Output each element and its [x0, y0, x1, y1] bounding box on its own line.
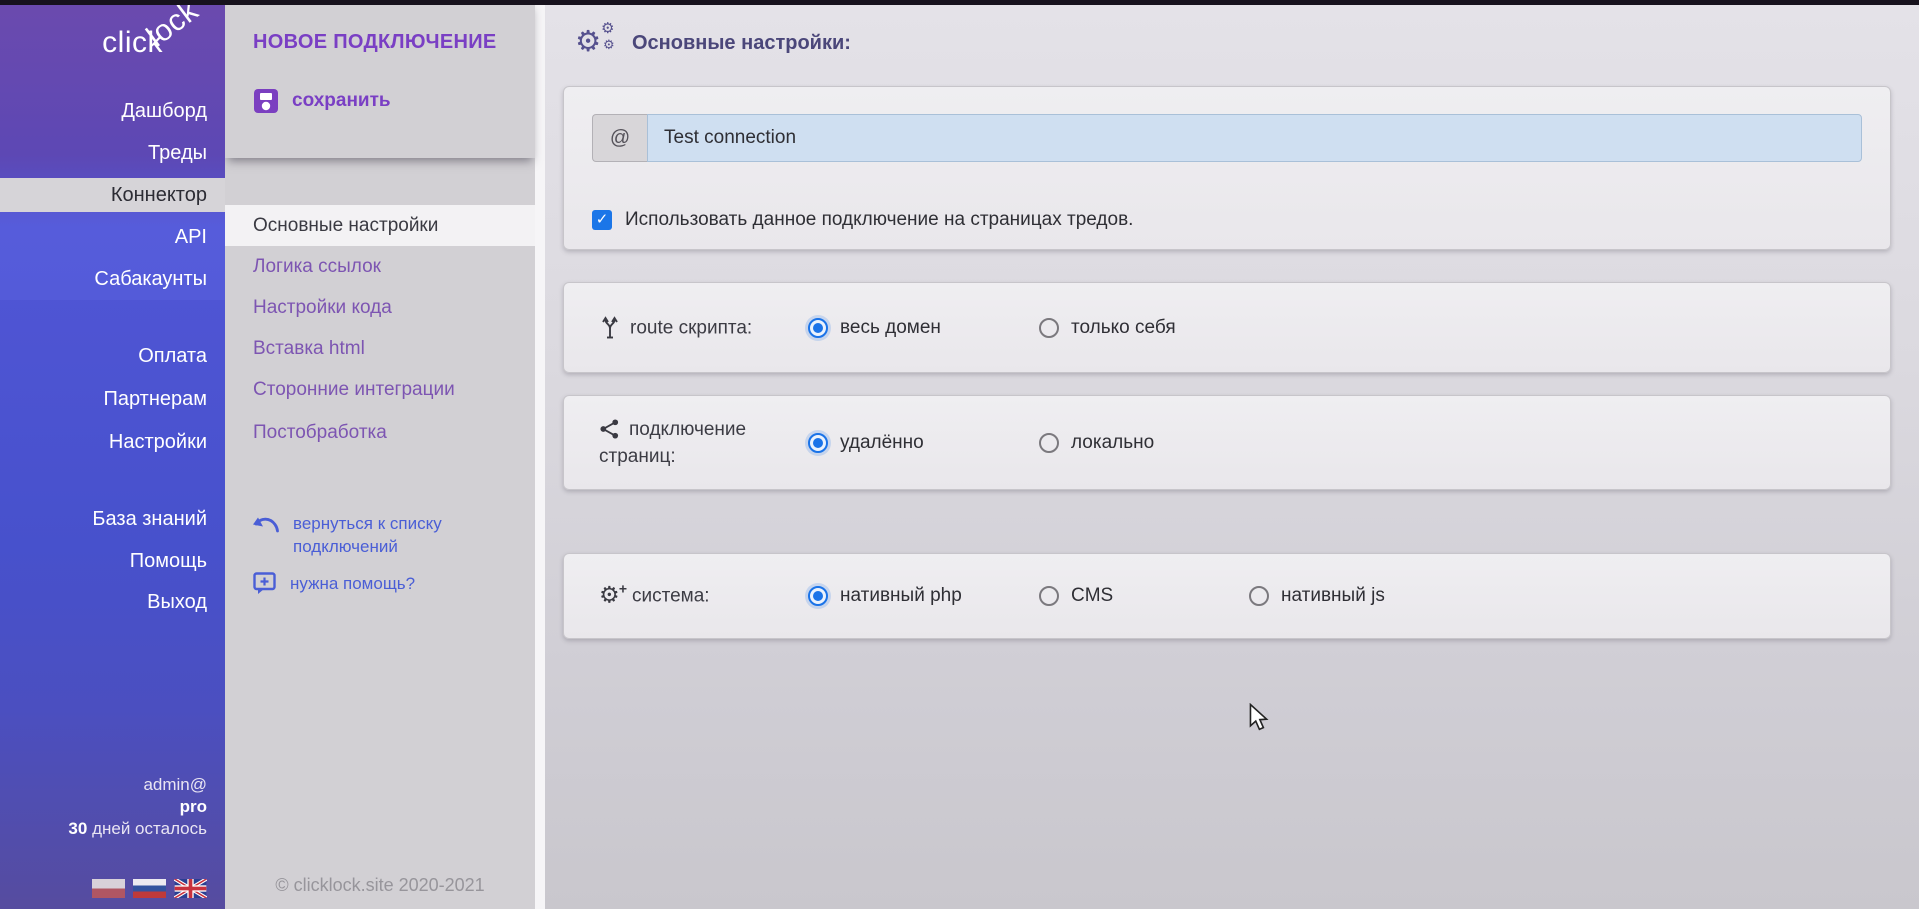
- sidebar-item-help[interactable]: Помощь: [0, 544, 225, 578]
- sidebar-item-subaccounts[interactable]: Сабакаунты: [0, 262, 225, 296]
- at-prefix-icon: @: [592, 114, 647, 162]
- only-self-label: только себя: [1071, 317, 1176, 339]
- sidebar-item-knowledge-base[interactable]: База знаний: [0, 502, 225, 536]
- route-script-label: route скрипта:: [599, 314, 774, 341]
- copyright-text: © clicklock.site 2020-2021: [225, 875, 535, 896]
- tab-third-party-integrations[interactable]: Сторонние интеграции: [225, 369, 535, 410]
- gear-plus-icon: [599, 584, 623, 608]
- russia-flag-icon[interactable]: [133, 879, 166, 898]
- use-on-threads-checkbox[interactable]: [592, 210, 612, 230]
- tab-link-logic[interactable]: Логика ссылок: [225, 246, 535, 287]
- native-js-radio[interactable]: [1249, 586, 1269, 606]
- page-connection-card: подключение страниц: удалённо локально: [563, 395, 1891, 490]
- connection-name-group: @: [592, 114, 1862, 162]
- sidebar-item-threads[interactable]: Треды: [0, 136, 225, 170]
- poland-flag-icon[interactable]: [92, 879, 125, 898]
- account-days-left: 30 дней осталось: [68, 818, 207, 840]
- native-js-label: нативный js: [1281, 585, 1385, 607]
- connection-name-input[interactable]: [647, 114, 1862, 162]
- section-title: Основные настройки:: [632, 32, 851, 55]
- page-connection-label: подключение страниц:: [599, 416, 774, 470]
- section-header: Основные настройки:: [575, 26, 851, 60]
- route-script-card: route скрипта: весь домен только себя: [563, 282, 1891, 373]
- sidebar-item-dashboard[interactable]: Дашборд: [0, 94, 225, 128]
- system-label-text: система:: [632, 586, 710, 607]
- sidebar: click lock Дашборд Треды Коннектор API С…: [0, 0, 225, 909]
- message-plus-icon: [253, 572, 277, 595]
- sidebar-item-connector[interactable]: Коннектор: [0, 178, 225, 212]
- local-radio[interactable]: [1039, 433, 1059, 453]
- tab-main-settings[interactable]: Основные настройки: [225, 205, 535, 246]
- uk-flag-icon[interactable]: [174, 879, 207, 898]
- remote-label: удалённо: [840, 432, 924, 454]
- option-remote: удалённо: [808, 432, 924, 454]
- panel-title: НОВОЕ ПОДКЛЮЧЕНИЕ: [253, 31, 497, 54]
- connection-panel-header: НОВОЕ ПОДКЛЮЧЕНИЕ сохранить: [225, 0, 535, 158]
- need-help-label: нужна помощь?: [290, 574, 415, 594]
- sidebar-item-api[interactable]: API: [0, 220, 225, 254]
- page-connection-label-text: подключение страниц:: [599, 419, 746, 467]
- option-cms: CMS: [1039, 585, 1113, 607]
- main-content: Основные настройки: @ Использовать данно…: [545, 0, 1919, 909]
- route-icon: [599, 316, 621, 340]
- share-icon: [599, 418, 620, 440]
- undo-arrow-icon: [253, 516, 280, 534]
- sidebar-item-payment[interactable]: Оплата: [0, 339, 225, 373]
- option-native-php: нативный php: [808, 585, 962, 607]
- save-icon: [253, 88, 279, 114]
- whole-domain-radio[interactable]: [808, 318, 828, 338]
- connection-panel: Основные настройки Логика ссылок Настрой…: [225, 0, 535, 909]
- panel-main-divider: [535, 0, 545, 909]
- app-logo: click lock: [102, 26, 163, 60]
- system-label: система:: [599, 583, 774, 610]
- sidebar-item-logout[interactable]: Выход: [0, 585, 225, 619]
- only-self-radio[interactable]: [1039, 318, 1059, 338]
- system-card: система: нативный php CMS нативный js: [563, 553, 1891, 639]
- save-button[interactable]: сохранить: [253, 88, 391, 114]
- route-script-label-text: route скрипта:: [630, 317, 752, 338]
- top-edge-bar: [0, 0, 1919, 5]
- account-info: admin@ pro 30 дней осталось: [68, 774, 207, 840]
- cms-label: CMS: [1071, 585, 1113, 607]
- tab-html-insert[interactable]: Вставка html: [225, 328, 535, 369]
- option-whole-domain: весь домен: [808, 317, 941, 339]
- remote-radio[interactable]: [808, 433, 828, 453]
- tab-code-settings[interactable]: Настройки кода: [225, 287, 535, 328]
- native-php-label: нативный php: [840, 585, 962, 607]
- whole-domain-label: весь домен: [840, 317, 941, 339]
- days-text: дней осталось: [92, 819, 207, 838]
- mouse-cursor: [1249, 703, 1271, 731]
- gears-icon: [575, 26, 617, 60]
- use-on-threads-row: Использовать данное подключение на стран…: [592, 209, 1133, 231]
- local-label: локально: [1071, 432, 1154, 454]
- account-email: admin@: [68, 774, 207, 796]
- option-native-js: нативный js: [1249, 585, 1385, 607]
- option-only-self: только себя: [1039, 317, 1176, 339]
- connection-name-card: @ Использовать данное подключение на стр…: [563, 86, 1891, 250]
- sidebar-item-partners[interactable]: Партнерам: [0, 382, 225, 416]
- language-switcher: [92, 879, 207, 898]
- option-local: локально: [1039, 432, 1154, 454]
- sidebar-item-settings[interactable]: Настройки: [0, 425, 225, 459]
- native-php-radio[interactable]: [808, 586, 828, 606]
- account-plan: pro: [68, 796, 207, 818]
- use-on-threads-label: Использовать данное подключение на стран…: [625, 209, 1133, 231]
- back-to-list-label: вернуться к списку подключений: [293, 512, 498, 558]
- save-button-label: сохранить: [292, 90, 391, 112]
- need-help-link[interactable]: нужна помощь?: [253, 572, 415, 595]
- back-to-list-link[interactable]: вернуться к списку подключений: [253, 512, 498, 558]
- tab-postprocessing[interactable]: Постобработка: [225, 412, 535, 453]
- days-number: 30: [68, 819, 87, 838]
- cms-radio[interactable]: [1039, 586, 1059, 606]
